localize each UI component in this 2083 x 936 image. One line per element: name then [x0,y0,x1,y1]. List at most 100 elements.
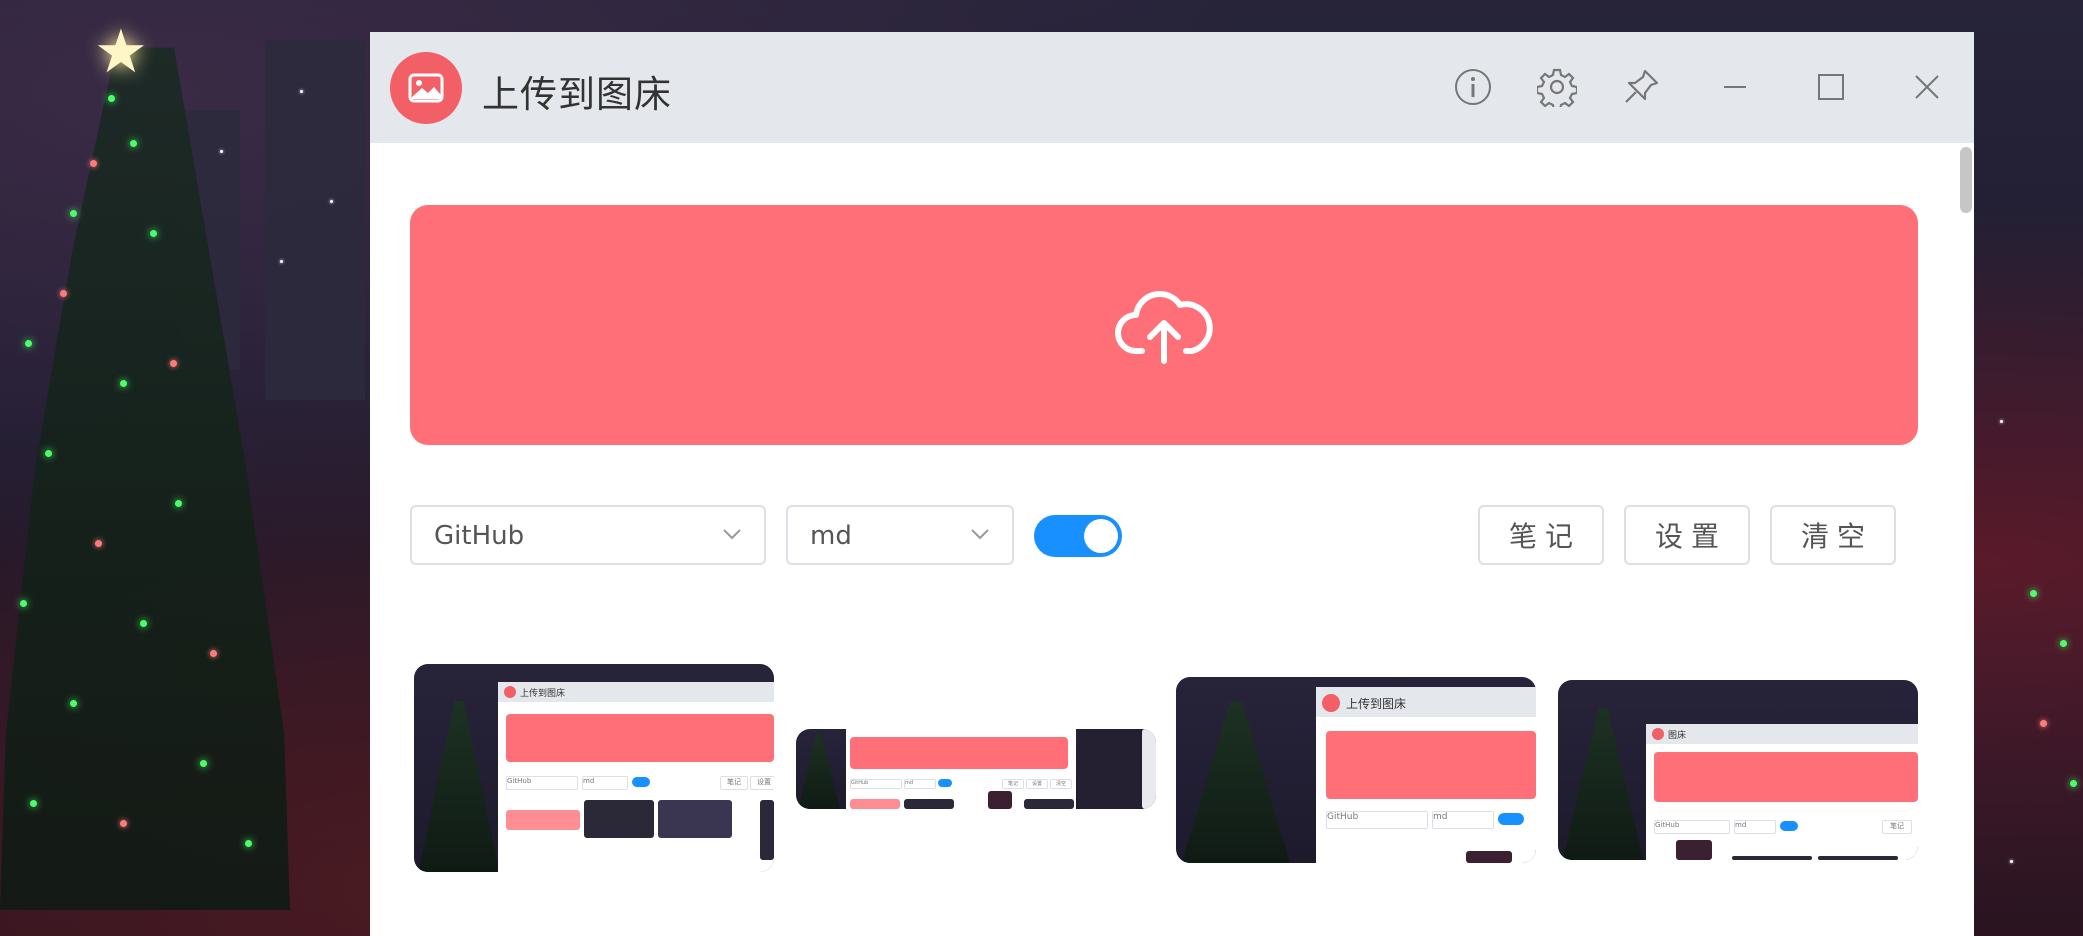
mini-settings-button: 设置 [1026,779,1048,789]
thumb-tree [798,733,840,809]
light [95,540,102,547]
tree-star-icon: ★ [94,17,148,87]
image-thumbnail[interactable]: 上传到图床 GitHub md [1176,677,1536,863]
mini-host-select: GitHub [506,776,578,790]
close-icon[interactable] [1904,64,1950,110]
chevron-down-icon [971,529,989,540]
light [2060,640,2067,647]
app-title: 上传到图床 [482,73,672,116]
light [170,360,177,367]
mini-clear-button: 清空 [1050,779,1072,789]
mini-notes-button: 笔记 [1882,820,1912,834]
snow [2000,420,2003,423]
main-content: GitHub md 笔记 设置 清空 上传到图床 GitHub md 笔记 设置… [370,143,1974,936]
mini-host-select: GitHub [1654,820,1730,834]
image-thumbnail[interactable]: 图床 GitHub md 笔记 [1558,680,1918,860]
app-window: 上传到图床 GitHub md 笔记 设置 清空 上传到图床 GitHub md… [370,32,1974,936]
mini-window: GitHub md 笔记 设置 清空 [846,729,1076,809]
mini-image [1078,729,1142,809]
host-select-value: GitHub [434,521,525,551]
cloud-upload-icon [1115,290,1213,364]
settings-button[interactable]: 设置 [1624,505,1750,565]
window-light [280,260,283,263]
info-icon[interactable] [1450,64,1496,110]
maximize-icon[interactable] [1808,64,1854,110]
light [30,800,37,807]
light [200,760,207,767]
minimize-icon[interactable] [1712,64,1758,110]
mini-upload [850,737,1068,769]
mini-titlebar [1646,724,1918,744]
host-select[interactable]: GitHub [410,505,766,565]
image-icon [390,52,462,124]
mini-image [1466,851,1512,863]
thumb-tree [1182,701,1290,863]
notes-button[interactable]: 笔记 [1478,505,1604,565]
mini-title: 上传到图床 [1346,697,1407,711]
light [60,290,67,297]
image-thumbnail[interactable]: 上传到图床 GitHub md 笔记 设置 [414,664,774,872]
mini-upload [1654,752,1918,802]
thumb-tree [1562,708,1644,860]
mini-image [988,791,1012,809]
format-select[interactable]: md [786,505,1014,565]
light [175,500,182,507]
mini-image [760,800,774,860]
light [2040,720,2047,727]
mini-image [1676,840,1712,860]
light [120,820,127,827]
chevron-down-icon [723,529,741,540]
light [45,450,52,457]
upload-dropzone[interactable] [410,205,1918,445]
clear-button[interactable]: 清空 [1770,505,1896,565]
mini-format-select: md [904,779,936,789]
light [70,210,77,217]
mini-title: 图床 [1668,731,1687,741]
light [245,840,252,847]
pin-icon[interactable] [1618,64,1664,110]
mini-format-select: md [1734,820,1776,834]
mini-notes-button: 笔记 [1002,779,1024,789]
mini-upload [1326,731,1536,799]
light [130,140,137,147]
mini-window: 上传到图床 GitHub md 笔记 设置 [498,682,774,872]
mini-window: 图床 GitHub md 笔记 [1646,724,1918,860]
light [108,95,115,102]
building [265,40,365,400]
mini-toggle [1498,813,1524,825]
light [120,380,127,387]
mini-image [506,810,580,830]
light [2070,780,2077,787]
mini-host-select: GitHub [1326,811,1428,829]
mini-image [584,800,654,838]
window-light [330,200,333,203]
mini-toggle [1780,821,1798,831]
mini-sidebar [1142,729,1156,809]
light [20,600,27,607]
christmas-tree [0,47,290,910]
mini-toggle [632,777,650,787]
mini-toggle [938,779,952,787]
scrollbar[interactable] [1960,147,1972,213]
mini-image [1732,856,1812,860]
mini-image [1818,856,1898,860]
mini-image [1024,799,1074,809]
mini-logo-icon [1652,728,1664,740]
light [150,230,157,237]
snow [2010,860,2013,863]
gear-icon[interactable] [1534,64,1580,110]
light [90,160,97,167]
light [2030,590,2037,597]
image-thumbnail[interactable]: GitHub md 笔记 设置 清空 [796,729,1156,809]
toggle-switch[interactable] [1034,515,1122,557]
mini-upload [506,714,774,762]
mini-logo-icon [504,686,516,698]
mini-image [904,799,954,809]
light [210,650,217,657]
mini-logo-icon [1322,694,1340,712]
title-bar[interactable]: 上传到图床 [370,32,1974,143]
thumb-tree [418,701,500,872]
mini-image [658,800,732,838]
light [70,700,77,707]
mini-format-select: md [582,776,628,790]
